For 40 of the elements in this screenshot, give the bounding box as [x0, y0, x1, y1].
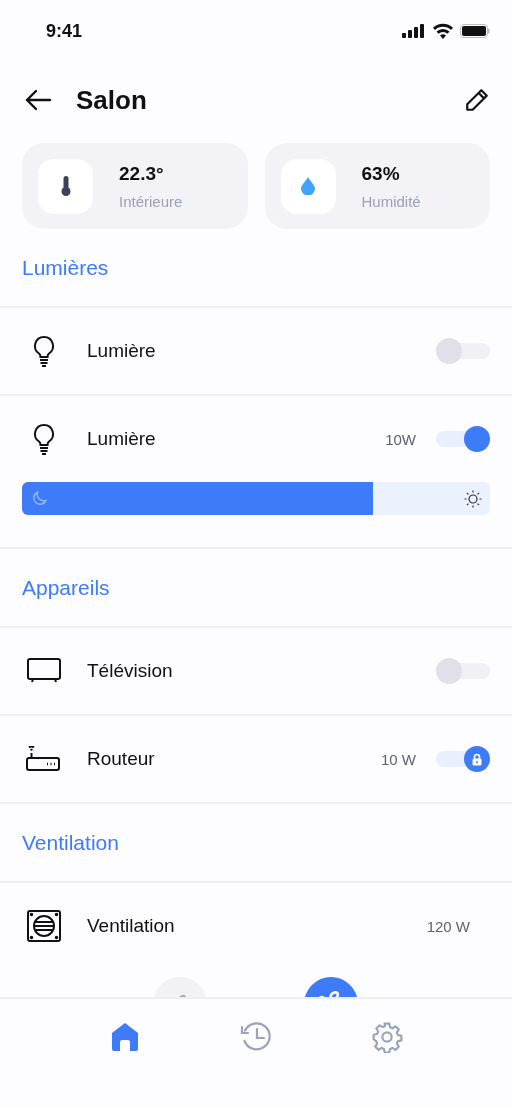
section-title: Lumières	[22, 255, 109, 280]
toggle-switch[interactable]	[436, 424, 490, 454]
signal-icon	[402, 24, 426, 38]
router-icon	[26, 746, 62, 772]
lock-icon	[472, 752, 482, 766]
back-button[interactable]	[24, 88, 52, 112]
power-reading: 10 W	[381, 750, 416, 768]
lightbulb-icon	[32, 423, 56, 455]
wifi-icon	[432, 23, 454, 39]
stat-value: 22.3°	[119, 162, 165, 185]
device-name: Lumière	[87, 340, 157, 362]
history-tab[interactable]	[239, 1021, 273, 1053]
page-title: Salon	[76, 84, 148, 116]
device-name: Télévision	[87, 660, 174, 682]
stat-label: Humidité	[361, 192, 421, 210]
device-name: Routeur	[87, 748, 156, 770]
battery-icon	[460, 24, 490, 38]
section-title: Appareils	[22, 575, 110, 600]
brightness-slider[interactable]	[22, 482, 490, 515]
tv-icon	[27, 658, 61, 684]
toggle-switch[interactable]	[436, 336, 490, 366]
section-title: Ventilation	[22, 830, 119, 855]
stat-label: Intérieure	[119, 192, 183, 210]
droplet-icon	[301, 177, 315, 195]
status-time: 9:41	[46, 20, 83, 42]
sun-icon	[464, 490, 482, 508]
vent-icon	[27, 910, 61, 942]
stat-value: 63%	[361, 162, 401, 185]
device-name: Ventilation	[87, 915, 176, 937]
settings-tab[interactable]	[371, 1021, 403, 1053]
toggle-switch[interactable]	[436, 656, 490, 686]
edit-button[interactable]	[464, 87, 490, 113]
power-reading: 10W	[385, 430, 416, 448]
power-reading: 120 W	[426, 917, 470, 935]
home-tab[interactable]	[109, 1021, 141, 1053]
toggle-switch[interactable]	[436, 744, 490, 774]
device-name: Lumière	[87, 428, 157, 450]
lightbulb-icon	[32, 335, 56, 367]
thermometer-icon	[60, 176, 71, 196]
moon-icon	[31, 490, 48, 507]
